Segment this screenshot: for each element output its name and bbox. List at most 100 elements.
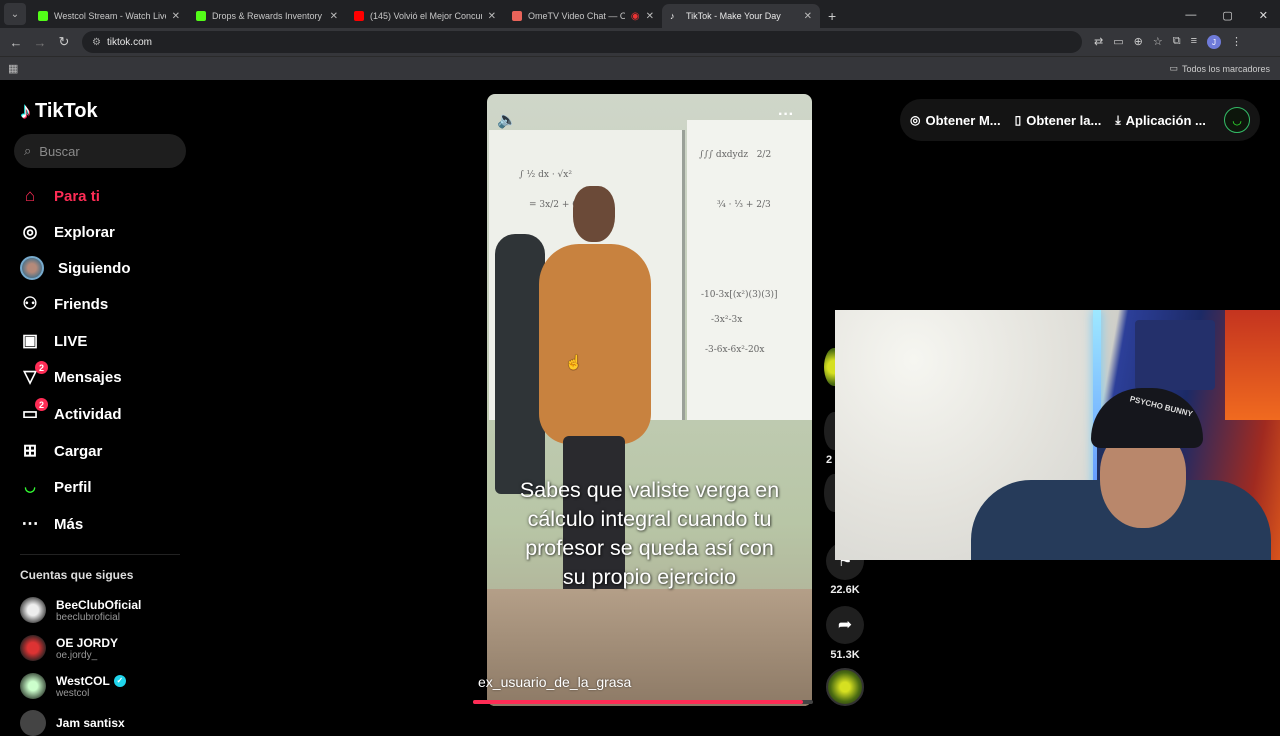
- all-bookmarks-button[interactable]: ▭ Todos los marcadores: [1169, 63, 1270, 74]
- search-input[interactable]: [39, 143, 160, 159]
- following-account[interactable]: BeeClubOficial beeclubroficial: [20, 597, 141, 623]
- avatar: [20, 635, 46, 661]
- messages-badge: 2: [35, 361, 48, 374]
- tiktok-logo[interactable]: ♪ TikTok: [20, 98, 98, 124]
- profile-avatar[interactable]: J: [1207, 35, 1221, 49]
- nav-mensajes[interactable]: ▽ 2 Mensajes: [20, 361, 122, 391]
- video-author[interactable]: ex_usuario_de_la_grasa: [478, 674, 631, 690]
- browser-tab-1[interactable]: Westcol Stream - Watch Live on ✕: [30, 4, 188, 28]
- user-avatar[interactable]: ◡: [1224, 107, 1250, 133]
- close-tab-icon[interactable]: ✕: [804, 11, 812, 22]
- ometv-favicon-icon: [512, 11, 522, 21]
- cast-icon[interactable]: ▭: [1113, 35, 1123, 49]
- webcam-poster: [1135, 320, 1215, 390]
- address-bar[interactable]: ⚙ tiktok.com: [82, 31, 1082, 53]
- video-player[interactable]: ∫ ½ dx · √x² = 3x/2 + C ∫∫∫ dxdydz 2/2 ¾…: [487, 94, 812, 706]
- following-account[interactable]: Jam santisx: [20, 710, 125, 736]
- nav-friends[interactable]: ⚇ Friends: [20, 290, 108, 318]
- tab-title: (145) Volvió el Mejor Concurso: [370, 11, 482, 21]
- desktop-app-label: Aplicación ...: [1125, 112, 1206, 128]
- close-tab-icon[interactable]: ✕: [646, 11, 654, 22]
- home-icon: ⌂: [24, 186, 36, 205]
- coin-icon: ◎: [910, 113, 921, 127]
- nav-label: Siguiendo: [58, 259, 131, 277]
- video-progress-bar[interactable]: [473, 700, 813, 704]
- get-coins-button[interactable]: ◎ Obtener M...: [910, 113, 1001, 128]
- nav-siguiendo[interactable]: Siguiendo: [20, 254, 131, 282]
- share-button[interactable]: ➦: [826, 606, 864, 644]
- apps-grid-icon[interactable]: ▦: [8, 62, 18, 75]
- desktop-app-button[interactable]: ⤓ Aplicación ...: [1115, 113, 1206, 128]
- nav-mas[interactable]: ⋯ Más: [20, 510, 84, 538]
- menu-icon[interactable]: ⋮: [1231, 35, 1242, 49]
- caption-line: Sabes que valiste verga en: [519, 478, 780, 502]
- account-handle: westcol: [56, 687, 90, 699]
- zoom-icon[interactable]: ⊕: [1134, 35, 1143, 49]
- avatar: [20, 597, 46, 623]
- video-caption: Sabes que valiste verga en cálculo integ…: [487, 476, 812, 592]
- translate-icon[interactable]: ⇄: [1094, 35, 1103, 49]
- close-tab-icon[interactable]: ✕: [488, 11, 496, 22]
- tiktok-note-icon: ♪: [20, 98, 31, 123]
- activity-badge: 2: [35, 398, 48, 411]
- kick-favicon-icon: [196, 11, 206, 21]
- nav-actividad[interactable]: ▭ 2 Actividad: [20, 398, 122, 428]
- following-account[interactable]: WestCOL ✓ westcol: [20, 673, 126, 699]
- webcam-person-cap: [1091, 388, 1203, 448]
- reload-icon[interactable]: ↻: [52, 34, 76, 50]
- profile-icon: ◡: [24, 479, 36, 494]
- following-avatar-icon: [20, 256, 44, 280]
- minimize-icon[interactable]: —: [1185, 9, 1196, 22]
- nav-perfil[interactable]: ◡ Perfil: [20, 473, 91, 501]
- nav-explorar[interactable]: ◎ Explorar: [20, 218, 115, 246]
- get-coins-label: Obtener M...: [925, 112, 1001, 128]
- volume-icon[interactable]: 🔈: [497, 110, 517, 130]
- tiktok-favicon-icon: ♪: [670, 11, 675, 21]
- nav-live[interactable]: ▣ LIVE: [20, 327, 87, 355]
- tiktok-sidebar: ♪ TikTok ⌕ ⌂ Para ti ◎ Explorar Siguiend…: [0, 80, 200, 736]
- maximize-icon[interactable]: ▢: [1222, 9, 1232, 22]
- extensions-icon[interactable]: ⧉: [1173, 35, 1181, 49]
- live-tv-icon: ▣: [21, 331, 39, 350]
- webcam-overlay: PSYCHO BUNNY: [835, 310, 1280, 560]
- tab-title: TikTok - Make Your Day: [686, 11, 781, 21]
- logo-text: TikTok: [35, 99, 98, 122]
- account-handle: oe.jordy_: [56, 649, 98, 661]
- close-tab-icon[interactable]: ✕: [172, 11, 180, 22]
- music-disc-icon[interactable]: [826, 668, 864, 706]
- close-tab-icon[interactable]: ✕: [330, 11, 338, 22]
- video-progress-fill: [473, 700, 803, 704]
- professor-sweater: [539, 244, 651, 444]
- compass-icon: ◎: [22, 222, 38, 241]
- new-tab-icon[interactable]: +: [820, 8, 844, 28]
- get-app-label: Obtener la...: [1026, 112, 1102, 128]
- upload-icon: ⊞: [22, 441, 38, 460]
- window-controls: — ▢ ✕: [1185, 9, 1280, 28]
- professor-head: [573, 186, 615, 242]
- site-info-icon[interactable]: ⚙: [92, 37, 101, 48]
- close-window-icon[interactable]: ✕: [1259, 9, 1268, 22]
- more-options-icon[interactable]: ···: [778, 106, 794, 124]
- following-account[interactable]: OE JORDY oe.jordy_: [20, 635, 118, 661]
- forward-icon[interactable]: →: [28, 35, 52, 50]
- account-handle: beeclubroficial: [56, 611, 120, 623]
- star-icon[interactable]: ☆: [1153, 35, 1163, 49]
- browser-tab-5[interactable]: ♪ TikTok - Make Your Day ✕: [662, 4, 820, 28]
- reading-list-icon[interactable]: ≡: [1191, 35, 1197, 49]
- browser-tab-2[interactable]: Drops & Rewards Inventory - Ki ✕: [188, 4, 346, 28]
- share-count: 51.3K: [830, 649, 860, 661]
- browser-tab-3[interactable]: (145) Volvió el Mejor Concurso ✕: [346, 4, 504, 28]
- toolbar-icons: ⇄ ▭ ⊕ ☆ ⧉ ≡ J ⋮: [1094, 35, 1242, 49]
- get-app-button[interactable]: ▯ Obtener la...: [1015, 113, 1102, 128]
- back-icon[interactable]: ←: [4, 35, 28, 50]
- nav-cargar[interactable]: ⊞ Cargar: [20, 437, 102, 465]
- tab-search-icon[interactable]: ⌄: [4, 3, 26, 25]
- messages-icon: ▽ 2: [20, 361, 48, 387]
- phone-icon: ▯: [1014, 113, 1022, 127]
- handwriting: -3x²-3x: [711, 315, 743, 325]
- sidebar-divider: [20, 554, 180, 555]
- browser-tab-4[interactable]: OmeTV Video Chat — Ome ◉ ✕: [504, 4, 662, 28]
- nav-para-ti[interactable]: ⌂ Para ti: [20, 182, 100, 210]
- nav-label: Cargar: [54, 442, 103, 460]
- handwriting: -3-6x-6x²-20x: [705, 345, 765, 355]
